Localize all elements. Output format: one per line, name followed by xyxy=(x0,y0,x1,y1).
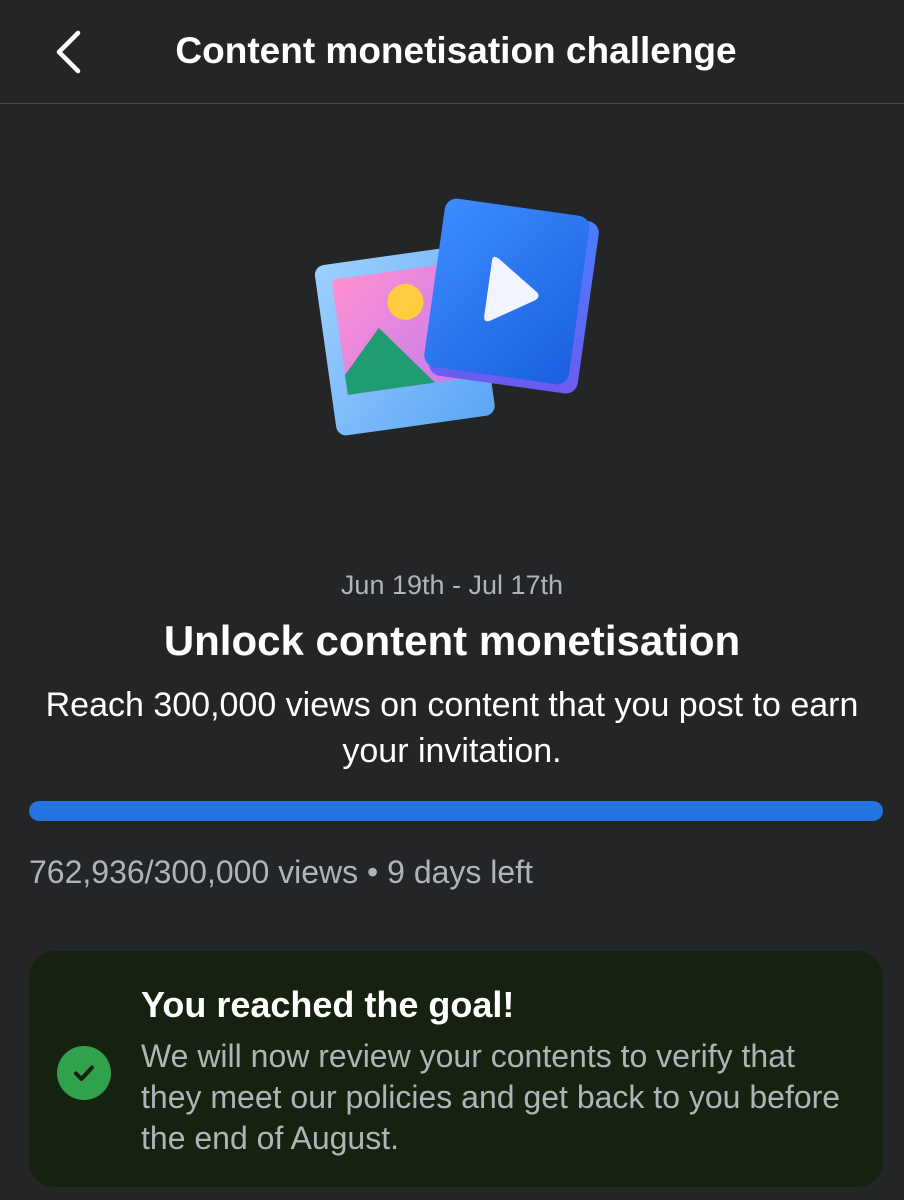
goal-reached-message: We will now review your contents to veri… xyxy=(141,1038,841,1156)
progress-bar-fill xyxy=(29,801,883,821)
progress-status-text: 762,936/300,000 views • 9 days left xyxy=(29,854,533,890)
photo-and-video-icon xyxy=(300,195,610,455)
check-circle-icon xyxy=(57,1046,111,1100)
progress-bar xyxy=(29,801,883,821)
challenge-description: Reach 300,000 views on content that you … xyxy=(45,686,859,770)
challenge-title: Unlock content monetisation xyxy=(163,617,741,664)
challenge-date-range: Jun 19th - Jul 17th xyxy=(340,570,564,600)
goal-reached-title: You reached the goal! xyxy=(141,984,515,1025)
goal-reached-card: You reached the goal! We will now review… xyxy=(29,951,883,1187)
page-title: Content monetisation challenge xyxy=(175,30,737,71)
header-bar: Content monetisation challenge xyxy=(0,0,904,104)
